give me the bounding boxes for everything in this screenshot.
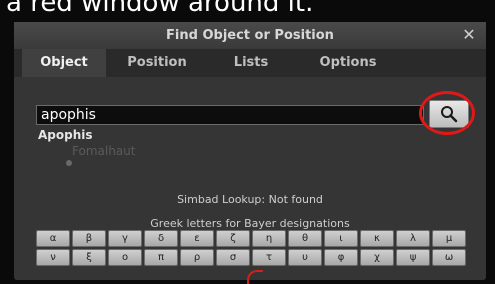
tab-bar: Object Position Lists Options bbox=[14, 49, 486, 77]
greek-key[interactable]: ο bbox=[108, 249, 142, 266]
greek-key[interactable]: τ bbox=[252, 249, 286, 266]
find-object-dialog: Find Object or Position ✕ Object Positio… bbox=[14, 22, 486, 280]
greek-key[interactable]: β bbox=[72, 230, 106, 247]
dialog-titlebar[interactable]: Find Object or Position ✕ bbox=[14, 22, 486, 49]
greek-letters-label: Greek letters for Bayer designations bbox=[150, 217, 350, 230]
greek-key[interactable]: ν bbox=[36, 249, 70, 266]
annotation-mark bbox=[247, 270, 263, 284]
greek-key[interactable]: ψ bbox=[396, 249, 430, 266]
search-button[interactable] bbox=[429, 100, 469, 128]
greek-key[interactable]: η bbox=[252, 230, 286, 247]
greek-keyboard: α β γ δ ε ζ η θ ι κ λ μ ν ξ ο π ρ σ τ υ … bbox=[36, 230, 466, 266]
greek-key[interactable]: κ bbox=[360, 230, 394, 247]
greek-key[interactable]: δ bbox=[144, 230, 178, 247]
tab-object[interactable]: Object bbox=[22, 49, 106, 77]
greek-key[interactable]: φ bbox=[324, 249, 358, 266]
greek-key[interactable]: α bbox=[36, 230, 70, 247]
caption-text: a red window around it. bbox=[6, 0, 314, 18]
greek-key[interactable]: π bbox=[144, 249, 178, 266]
greek-key[interactable]: σ bbox=[216, 249, 250, 266]
greek-key[interactable]: ι bbox=[324, 230, 358, 247]
magnifier-icon bbox=[441, 106, 458, 123]
greek-key[interactable]: χ bbox=[360, 249, 394, 266]
greek-key[interactable]: μ bbox=[432, 230, 466, 247]
background-star-label: Fomalhaut bbox=[72, 144, 136, 158]
search-result-item[interactable]: Apophis bbox=[38, 128, 93, 142]
tab-options[interactable]: Options bbox=[306, 49, 390, 77]
greek-key[interactable]: υ bbox=[288, 249, 322, 266]
dialog-title: Find Object or Position bbox=[166, 28, 334, 43]
greek-key[interactable]: ρ bbox=[180, 249, 214, 266]
greek-key[interactable]: λ bbox=[396, 230, 430, 247]
greek-key[interactable]: ξ bbox=[72, 249, 106, 266]
tab-lists[interactable]: Lists bbox=[218, 49, 284, 77]
background-star-icon bbox=[66, 160, 72, 166]
status-text: Simbad Lookup: Not found bbox=[177, 193, 323, 206]
search-input[interactable] bbox=[36, 105, 424, 125]
tab-position[interactable]: Position bbox=[114, 49, 200, 77]
close-button[interactable]: ✕ bbox=[460, 25, 478, 45]
greek-key[interactable]: ε bbox=[180, 230, 214, 247]
greek-key[interactable]: γ bbox=[108, 230, 142, 247]
greek-key[interactable]: ζ bbox=[216, 230, 250, 247]
greek-key[interactable]: ω bbox=[432, 249, 466, 266]
greek-key[interactable]: θ bbox=[288, 230, 322, 247]
